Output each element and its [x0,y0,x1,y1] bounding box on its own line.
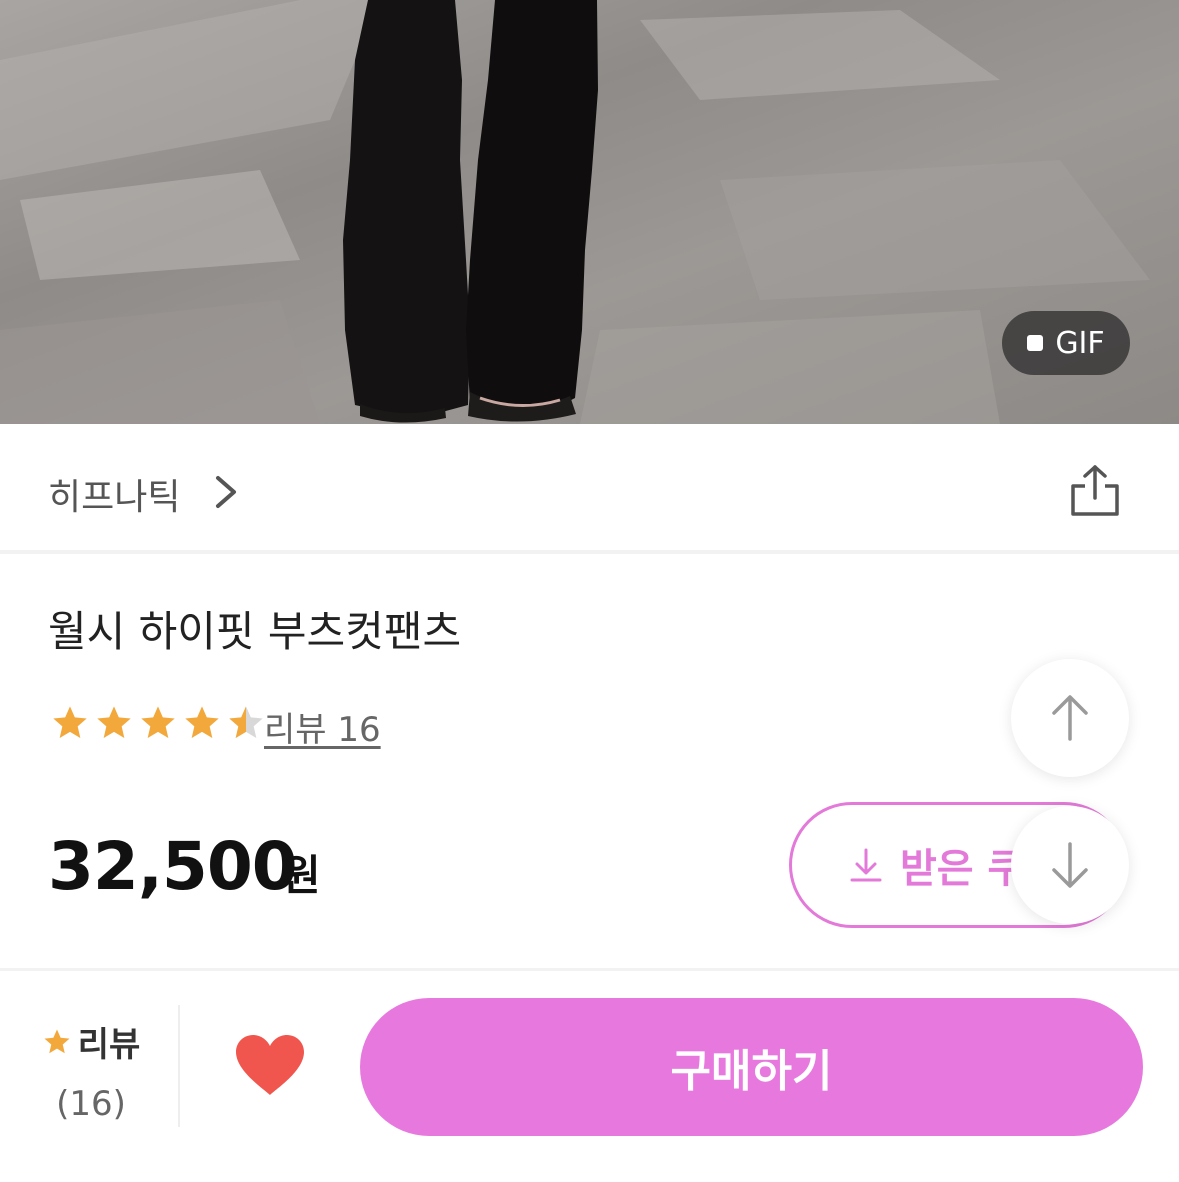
arrow-up-icon [1052,695,1088,741]
divider [178,1005,180,1127]
rating-stars [50,703,266,743]
product-image [0,0,1150,424]
heart-icon[interactable] [234,1033,306,1097]
scroll-bottom-button[interactable] [1011,806,1129,924]
star-icon [44,1029,70,1053]
download-icon [850,848,882,882]
price-unit: 원 [282,851,321,900]
share-icon[interactable] [1068,464,1122,518]
buy-button[interactable]: 구매하기 [360,998,1143,1136]
stop-icon [1027,335,1044,351]
price: 32,500 [48,828,298,905]
arrow-down-icon [1052,842,1088,888]
chevron-right-icon [216,476,236,508]
scroll-top-button[interactable] [1011,659,1129,777]
review-summary-count: (16) [56,1084,126,1124]
star-icon [97,706,131,738]
review-summary-button[interactable]: 리뷰 (16) [36,1017,146,1124]
bottom-action-bar: 리뷰 (16) 구매하기 [0,968,1179,1182]
gif-badge-label: GIF [1055,325,1105,361]
half-star-icon [229,706,263,738]
shop-name[interactable]: 히프나틱 [48,468,180,520]
review-summary-label: 리뷰 [77,1025,141,1065]
review-link[interactable]: 리뷰 16 [264,702,381,751]
product-title: 월시 하이핏 부츠컷팬츠 [48,607,462,656]
gif-badge[interactable]: GIF [1002,311,1130,375]
star-icon [141,706,175,738]
product-photo[interactable]: GIF [0,0,1179,424]
coupon-label: 받은 쿠 [900,846,1025,892]
shop-row[interactable]: 히프나틱 [0,424,1179,554]
star-icon [53,706,87,738]
star-icon [185,706,219,738]
